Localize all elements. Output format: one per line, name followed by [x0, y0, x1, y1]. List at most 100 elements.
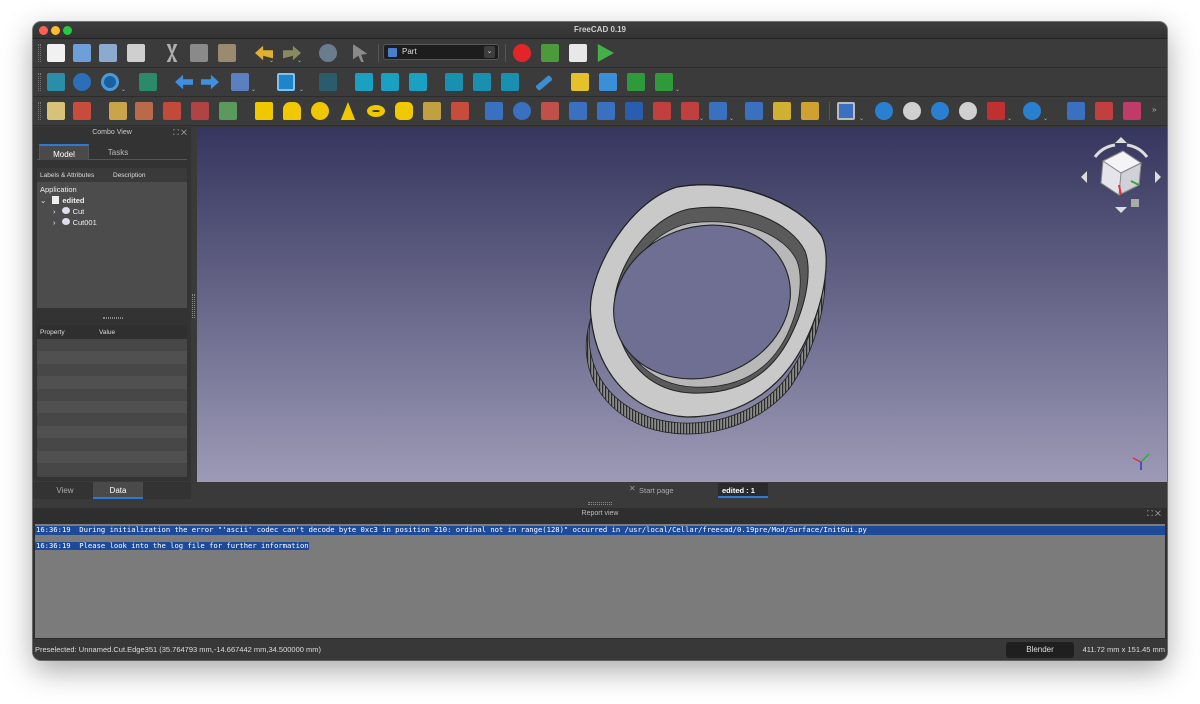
tree-column-labels[interactable]: Labels & Attributes [40, 172, 94, 179]
tab-data[interactable]: Data [93, 482, 143, 499]
whats-this-icon[interactable] [353, 44, 368, 62]
sync-view-icon[interactable] [231, 73, 249, 91]
chevron-down-icon[interactable]: ⌄ [40, 196, 46, 205]
rotate-left-arrow-icon[interactable] [1081, 171, 1087, 183]
measure-icon[interactable] [1123, 102, 1141, 120]
link-icon[interactable] [627, 73, 645, 91]
front-view-icon[interactable] [355, 73, 373, 91]
cut-boolean-icon[interactable] [903, 102, 921, 120]
isometric-icon[interactable] [319, 73, 337, 91]
print-icon[interactable] [127, 44, 145, 62]
link-actions-icon[interactable] [655, 73, 673, 91]
left-view-icon[interactable] [501, 73, 519, 91]
dependency-graph-icon[interactable] [219, 102, 237, 120]
cube-icon[interactable] [255, 102, 273, 120]
loft-icon[interactable] [681, 102, 699, 120]
cone-icon[interactable] [340, 102, 356, 120]
fuse-icon[interactable] [931, 102, 949, 120]
chevron-right-icon[interactable]: › [53, 218, 56, 227]
part-icon[interactable] [571, 73, 589, 91]
chevron-right-icon[interactable]: › [53, 207, 56, 216]
navigation-cube[interactable] [1081, 135, 1161, 215]
cylinder-icon[interactable] [283, 102, 301, 120]
overflow-chevron-icon[interactable]: » [1152, 105, 1156, 114]
macros-icon[interactable] [569, 44, 587, 62]
random-color-icon[interactable] [73, 102, 91, 120]
paste-icon[interactable] [218, 44, 236, 62]
cut-icon[interactable] [166, 44, 178, 62]
dock-splitter[interactable] [192, 294, 195, 318]
rear-view-icon[interactable] [445, 73, 463, 91]
tab-edited[interactable]: edited : 1 [718, 483, 768, 498]
report-log[interactable]: 16:36:19 During initialization the error… [35, 524, 1165, 638]
workbench-selector[interactable]: Part ⌄ [383, 44, 499, 60]
stop-macro-icon[interactable] [541, 44, 559, 62]
record-macro-icon[interactable] [513, 44, 531, 62]
chamfer-icon[interactable] [597, 102, 615, 120]
right-view-icon[interactable] [409, 73, 427, 91]
projection-icon[interactable] [773, 102, 791, 120]
check-geometry-icon[interactable] [1067, 102, 1085, 120]
boolean-icon[interactable] [875, 102, 893, 120]
bounding-box-icon[interactable] [139, 73, 157, 91]
rotate-down-arrow-icon[interactable] [1115, 207, 1127, 213]
copy-icon[interactable] [190, 44, 208, 62]
mirror-icon[interactable] [541, 102, 559, 120]
tree-item-cut001[interactable]: › Cut001 [53, 218, 97, 229]
attachment-icon[interactable] [801, 102, 819, 120]
float-close-icon[interactable]: ⛶ ✕ [1147, 509, 1161, 519]
make-face-icon[interactable] [625, 102, 643, 120]
forward-arrow-icon[interactable] [201, 74, 219, 90]
std-views-icon[interactable] [277, 73, 295, 91]
common-icon[interactable] [959, 102, 977, 120]
tree-item-document[interactable]: ⌄ edited [40, 196, 84, 207]
new-document-icon[interactable] [47, 44, 65, 62]
tab-model[interactable]: Model [39, 144, 89, 160]
property-column[interactable]: Property [40, 329, 65, 336]
back-arrow-icon[interactable] [175, 74, 193, 90]
ruled-surface-icon[interactable] [653, 102, 671, 120]
torus-icon[interactable] [367, 105, 385, 117]
ring-model[interactable] [197, 127, 1167, 482]
primitives-icon[interactable] [423, 102, 441, 120]
float-close-icon[interactable]: ⛶ ✕ [173, 128, 187, 138]
group-icon[interactable] [599, 73, 617, 91]
toggle-clip-icon[interactable] [163, 102, 181, 120]
navigation-style-button[interactable]: Blender [1006, 642, 1074, 658]
execute-macro-icon[interactable] [597, 44, 614, 62]
open-folder-icon[interactable] [73, 44, 91, 62]
tab-view[interactable]: View [37, 482, 93, 499]
revolve-icon[interactable] [513, 102, 531, 120]
thickness-icon[interactable] [745, 102, 763, 120]
refresh-icon[interactable] [319, 44, 337, 62]
toolbar-grip[interactable] [38, 73, 41, 91]
split-tools-icon[interactable] [1023, 102, 1041, 120]
sphere-icon[interactable] [311, 102, 329, 120]
toolbar-grip[interactable] [38, 102, 41, 120]
compound-tools-icon[interactable] [837, 102, 855, 120]
shape-builder-icon[interactable] [451, 102, 469, 120]
bottom-view-icon[interactable] [473, 73, 491, 91]
defeaturing-icon[interactable] [1095, 102, 1113, 120]
tree-item-cut[interactable]: › Cut [53, 207, 84, 218]
report-splitter[interactable] [588, 502, 612, 505]
measure-distance-icon[interactable] [535, 74, 553, 92]
fit-selection-icon[interactable] [73, 73, 91, 91]
close-icon[interactable]: ✕ [629, 484, 636, 493]
object-appearance-icon[interactable] [47, 102, 65, 120]
tab-start-page[interactable]: Start page [639, 483, 689, 498]
tab-tasks[interactable]: Tasks [93, 144, 143, 160]
tree-view-icon[interactable] [191, 102, 209, 120]
tube-icon[interactable] [395, 102, 413, 120]
value-column[interactable]: Value [99, 329, 115, 336]
top-view-icon[interactable] [381, 73, 399, 91]
selection-view-icon[interactable] [109, 102, 127, 120]
join-features-icon[interactable] [987, 102, 1005, 120]
save-icon[interactable] [99, 44, 117, 62]
fit-all-icon[interactable] [47, 73, 65, 91]
rotate-up-arrow-icon[interactable] [1115, 137, 1127, 143]
extrude-icon[interactable] [485, 102, 503, 120]
offset-icon[interactable] [709, 102, 727, 120]
3d-viewport[interactable] [197, 127, 1167, 482]
cross-section-icon[interactable] [135, 102, 153, 120]
